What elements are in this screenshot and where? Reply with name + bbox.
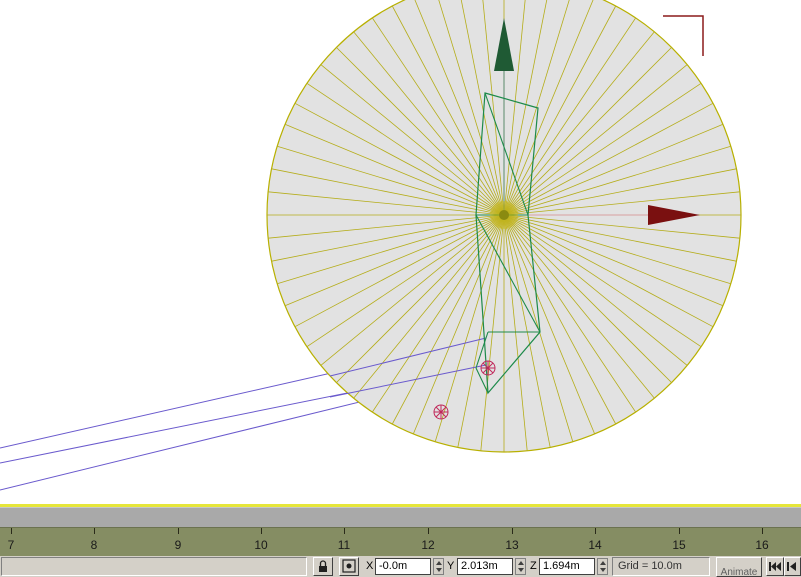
absolute-mode-icon [342, 559, 356, 573]
ruler-tick [344, 528, 345, 534]
y-coord-field[interactable]: 2.013m [457, 558, 513, 575]
ruler-tick-label: 7 [7, 538, 15, 552]
ruler-tick [428, 528, 429, 534]
y-coord-spinner[interactable] [515, 558, 526, 575]
ruler-tick-label: 10 [254, 538, 268, 552]
prompt-line[interactable] [1, 557, 307, 576]
helper-marker-2[interactable] [433, 404, 449, 420]
ruler-tick [762, 528, 763, 534]
ruler-tick [512, 528, 513, 534]
absolute-mode-toggle[interactable] [339, 557, 359, 576]
pivot-point[interactable] [499, 210, 509, 220]
time-slider-track[interactable] [0, 507, 801, 528]
prev-frame-icon [787, 562, 796, 571]
ruler-tick [679, 528, 680, 534]
goto-start-button[interactable] [766, 557, 784, 576]
ruler-tick [11, 528, 12, 534]
animate-button[interactable]: Animate [716, 557, 762, 577]
ruler-tick [94, 528, 95, 534]
x-coord-field[interactable]: -0.0m [375, 558, 431, 575]
z-coord-spinner[interactable] [597, 558, 608, 575]
ruler-tick-label: 13 [505, 538, 519, 552]
ruler-tick [178, 528, 179, 534]
ruler-tick-label: 15 [672, 538, 686, 552]
ruler-tick-label: 14 [588, 538, 602, 552]
y-coord-label: Y [447, 560, 455, 572]
ruler-tick-label: 8 [90, 538, 98, 552]
z-coord-label: Z [530, 560, 537, 572]
grid-size-display: Grid = 10.0m [612, 557, 710, 576]
ruler-tick-label: 9 [174, 538, 182, 552]
viewport-scene [0, 0, 742, 491]
ruler-tick-label: 12 [421, 538, 435, 552]
perspective-viewport[interactable] [0, 0, 801, 507]
lock-icon [319, 560, 327, 572]
ruler-tick-label: 11 [337, 538, 351, 552]
helper-marker-1[interactable] [480, 360, 496, 376]
x-coord-spinner[interactable] [433, 558, 444, 575]
ruler-tick-label: 16 [755, 538, 769, 552]
z-coord-field[interactable]: 1.694m [539, 558, 595, 575]
selection-lock-button[interactable] [313, 557, 333, 576]
prev-frame-button[interactable] [784, 557, 801, 576]
x-coord-label: X [366, 560, 374, 572]
timeline-ruler[interactable]: 7 8 9 10 11 12 13 14 15 16 [0, 527, 801, 557]
goto-start-icon [769, 562, 781, 571]
ruler-tick [595, 528, 596, 534]
ruler-tick [261, 528, 262, 534]
